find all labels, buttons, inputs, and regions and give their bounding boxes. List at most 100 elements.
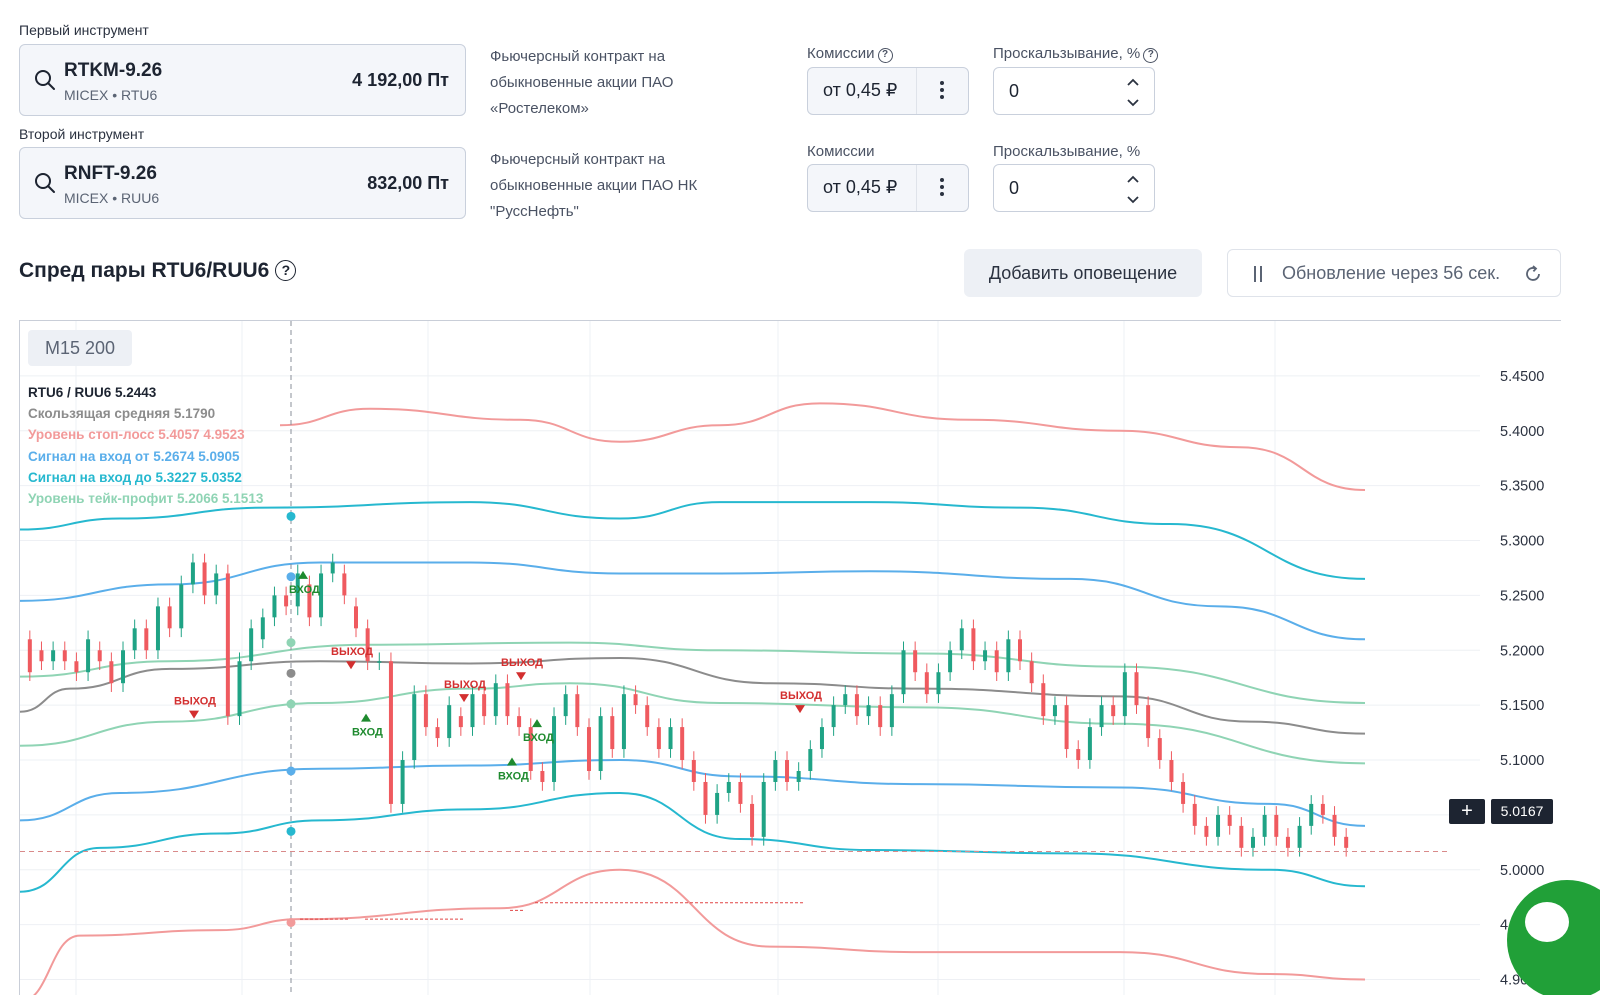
more-vertical-icon[interactable]	[933, 78, 951, 106]
candle-body	[878, 705, 883, 728]
exit-label: ВЫХОД	[331, 646, 373, 658]
candle-body	[1181, 781, 1186, 804]
candle-body	[819, 727, 824, 750]
candle-body	[121, 650, 126, 684]
exit-arrow	[346, 661, 356, 670]
chart-legend: RTU6 / RUU6 5.2443 Скользящая средняя 5.…	[28, 382, 263, 509]
search-icon	[35, 173, 55, 193]
candle-body	[1192, 803, 1197, 826]
refresh-icon[interactable]	[1523, 264, 1543, 284]
candle-body	[994, 650, 999, 673]
first-commission-value: от 0,45 ₽	[823, 80, 898, 100]
candle-body	[1204, 825, 1209, 837]
y-tick-label: 5.2000	[1500, 643, 1544, 659]
crosshair-dot	[286, 917, 296, 927]
candle-body	[796, 771, 801, 782]
candle-body	[155, 606, 160, 651]
candle-body	[703, 781, 708, 815]
candle-body	[109, 661, 114, 684]
candle-body	[27, 639, 32, 673]
plus-icon[interactable]: +	[1449, 799, 1485, 824]
candle-body	[563, 694, 568, 717]
question-icon[interactable]: ?	[1143, 48, 1159, 63]
candle-body	[1250, 836, 1255, 848]
candle-body	[97, 650, 102, 662]
exit-arrow	[516, 672, 526, 681]
candle-body	[575, 694, 580, 728]
candle-body	[377, 661, 382, 663]
candle-body	[924, 672, 929, 695]
candle-body	[1111, 705, 1116, 717]
candle-body	[668, 727, 673, 750]
entry-arrow	[532, 719, 542, 728]
y-tick-label: 5.4500	[1500, 369, 1544, 385]
legend-moving-average: Скользящая средняя 5.1790	[28, 406, 216, 422]
chevron-updown-icon[interactable]	[1126, 171, 1140, 207]
candle-body	[971, 628, 976, 662]
candle-body	[482, 694, 487, 717]
candle-body	[959, 628, 964, 651]
commission-divider	[916, 68, 917, 114]
first-description-line: Фьючерсный контракт на	[490, 48, 666, 65]
crosshair-dot	[286, 766, 296, 776]
candle-body	[1076, 749, 1081, 761]
candle-body	[1029, 661, 1034, 684]
second-instrument-description: Фьючерсный контракт на обыкновенные акци…	[490, 147, 780, 225]
first-instrument-select[interactable]: RTKM-9.26 MICEX • RTU6 4 192,00 Пт	[19, 44, 466, 116]
legend-pair: RTU6 / RUU6 5.2443	[28, 385, 157, 400]
candle-body	[1146, 705, 1151, 739]
timeframe-badge[interactable]: M15 200	[28, 330, 132, 366]
first-instrument-description: Фьючерсный контракт на обыкновенные акци…	[490, 44, 780, 122]
candle-body	[167, 606, 172, 629]
first-commission-field[interactable]: от 0,45 ₽	[807, 67, 969, 115]
candle-body	[913, 650, 918, 673]
stop-loss-upper-line	[279, 402, 1366, 492]
add-alert-button[interactable]: Добавить оповещение	[964, 249, 1202, 297]
candle-body	[552, 716, 557, 782]
candle-body	[1227, 814, 1232, 826]
second-instrument-exchange: MICEX • RUU6	[64, 190, 160, 206]
question-icon[interactable]: ?	[275, 260, 297, 281]
question-icon[interactable]: ?	[877, 48, 893, 63]
chevron-updown-icon[interactable]	[1126, 74, 1140, 110]
first-instrument-exchange: MICEX • RTU6	[64, 87, 158, 103]
second-slippage-input[interactable]: 0	[993, 164, 1155, 212]
candle-body	[51, 650, 56, 662]
second-slippage-value: 0	[1009, 178, 1020, 198]
candle-body	[1087, 727, 1092, 761]
candle-body	[1099, 705, 1104, 728]
spread-title: Спред пары RTU6/RUU6?	[19, 259, 297, 283]
commission-divider	[916, 165, 917, 211]
candle-body	[948, 650, 953, 673]
candle-body	[62, 650, 67, 662]
entry-from-upper-line	[20, 561, 1366, 641]
first-slippage-label: Проскальзывание, %?	[993, 45, 1159, 63]
candle-body	[179, 584, 184, 629]
candle-body	[715, 792, 720, 815]
candle-body	[901, 650, 906, 695]
candle-body	[1344, 836, 1349, 848]
current-price-tag: 5.0167	[1491, 799, 1553, 824]
second-instrument-select[interactable]: RNFT-9.26 MICEX • RUU6 832,00 Пт	[19, 147, 466, 219]
candle-body	[1041, 683, 1046, 717]
search-icon	[35, 70, 55, 90]
entry-to-lower-line	[20, 791, 1366, 893]
second-commission-field[interactable]: от 0,45 ₽	[807, 164, 969, 212]
second-description-line: "РуссНефть"	[490, 203, 579, 220]
pause-icon[interactable]	[1254, 266, 1266, 282]
second-description-line: Фьючерсный контракт на	[490, 151, 666, 168]
candle-body	[237, 661, 242, 717]
first-slippage-input[interactable]: 0	[993, 67, 1155, 115]
refresh-countdown: Обновление через 56 сек.	[1282, 263, 1501, 283]
candle-body	[808, 749, 813, 771]
candle-body	[214, 573, 219, 596]
more-vertical-icon[interactable]	[933, 175, 951, 203]
candle-body	[517, 716, 522, 728]
exit-label: ВЫХОД	[174, 696, 216, 708]
candle-body	[1134, 672, 1139, 706]
refresh-button[interactable]: Обновление через 56 сек.	[1227, 249, 1561, 297]
candle-body	[249, 628, 254, 662]
exit-label: ВЫХОД	[501, 657, 543, 669]
candle-body	[586, 727, 591, 771]
y-tick-label: 5.1500	[1500, 698, 1544, 714]
